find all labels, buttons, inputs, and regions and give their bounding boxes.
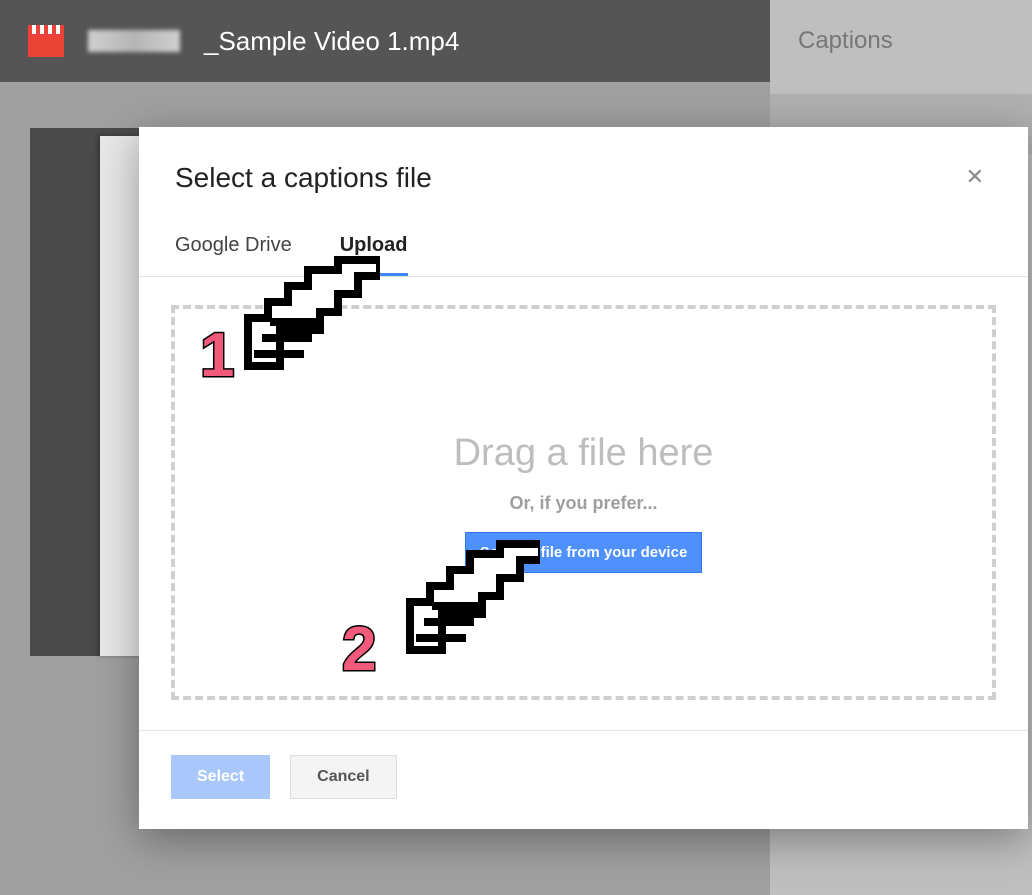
- close-icon[interactable]: ✕: [958, 162, 992, 192]
- or-text: Or, if you prefer...: [509, 493, 657, 514]
- captions-file-picker-modal: Select a captions file ✕ Google Drive Up…: [139, 127, 1028, 829]
- cancel-button[interactable]: Cancel: [290, 755, 396, 799]
- video-file-icon: [28, 25, 64, 57]
- modal-title: Select a captions file: [175, 162, 958, 194]
- filename: _Sample Video 1.mp4: [204, 26, 459, 57]
- drag-instruction: Drag a file here: [454, 432, 714, 475]
- file-dropzone[interactable]: Drag a file here Or, if you prefer... Se…: [171, 305, 996, 700]
- select-file-button[interactable]: Select a file from your device: [465, 532, 703, 573]
- tab-upload[interactable]: Upload: [340, 234, 408, 276]
- picker-tabs: Google Drive Upload: [139, 204, 1028, 277]
- side-panel-title: Captions: [770, 0, 1032, 82]
- filename-redacted: [88, 30, 180, 52]
- tab-google-drive[interactable]: Google Drive: [175, 234, 292, 276]
- select-button[interactable]: Select: [171, 755, 270, 799]
